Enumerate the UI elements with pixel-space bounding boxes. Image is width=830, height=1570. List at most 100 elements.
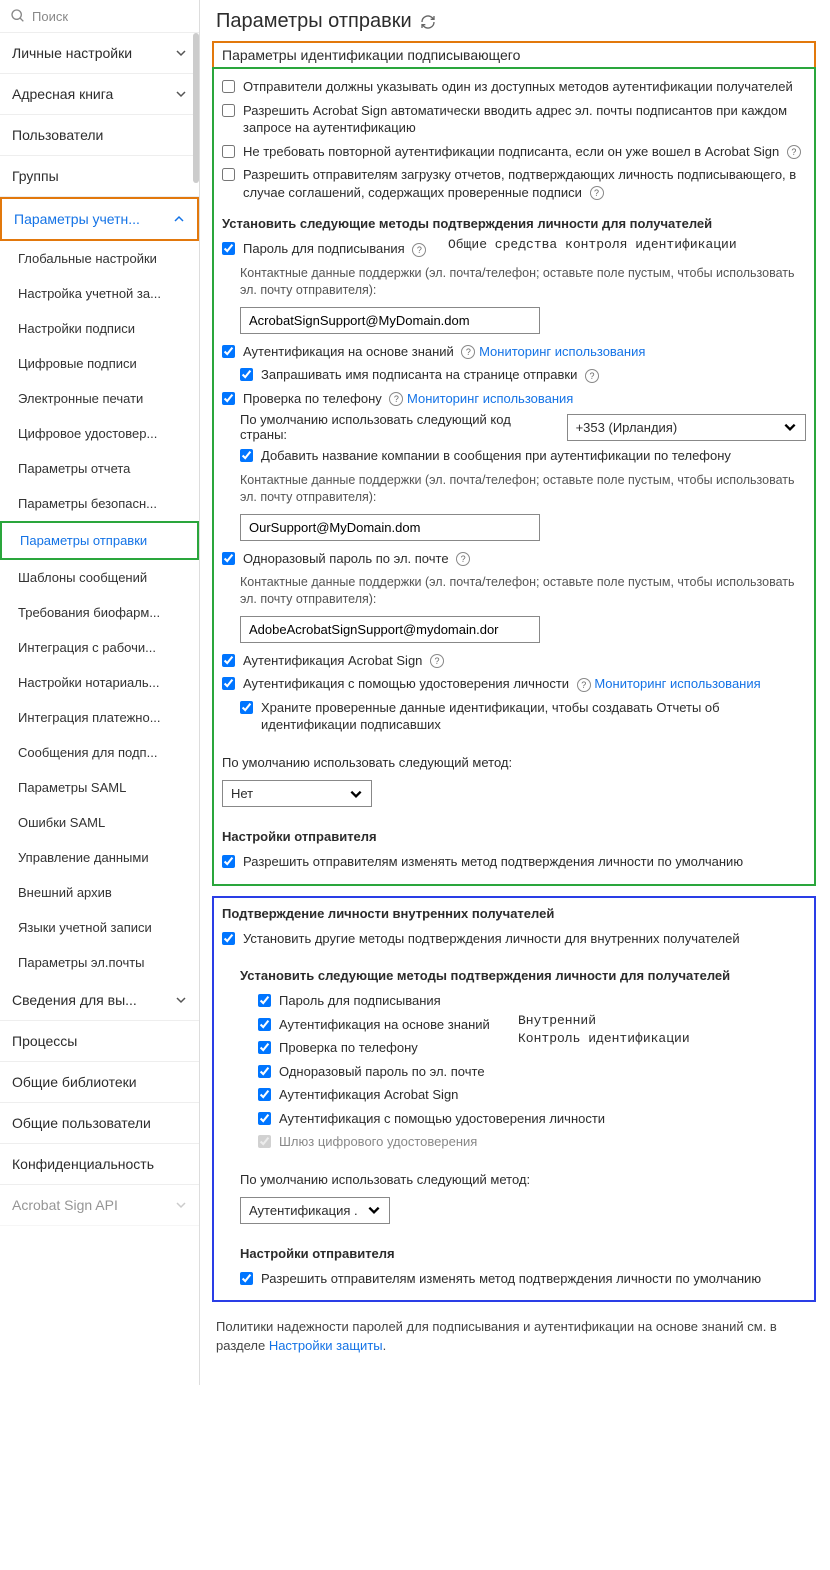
scrollbar[interactable] [193, 33, 199, 183]
chk-auto-email[interactable] [222, 104, 235, 117]
page-title-row: Параметры отправки [216, 10, 816, 33]
chk-label: Отправители должны указывать один из дос… [243, 78, 806, 96]
select-value: Аутентификация . [249, 1203, 358, 1218]
help-icon[interactable]: ? [456, 552, 470, 566]
usage-monitoring-link[interactable]: Мониторинг использования [479, 344, 645, 359]
chk-store-id-data[interactable] [240, 701, 253, 714]
chk-int-gov-id[interactable] [258, 1112, 271, 1125]
nav-label: Шаблоны сообщений [18, 570, 147, 585]
nav-shared-libs[interactable]: Общие библиотеки [0, 1062, 199, 1103]
nav-acrobat-api[interactable]: Acrobat Sign API [0, 1185, 199, 1226]
nav-users[interactable]: Пользователи [0, 115, 199, 156]
chk-int-allow-sender-change[interactable] [240, 1272, 253, 1285]
default-method-select[interactable]: Нет [222, 780, 372, 807]
nav-sub-saml-params[interactable]: Параметры SAML [0, 770, 199, 805]
chk-int-digital-gateway [258, 1135, 271, 1148]
nav-label: Параметры SAML [18, 780, 126, 795]
nav-sub-signer-msgs[interactable]: Сообщения для подп... [0, 735, 199, 770]
chk-int-phone[interactable] [258, 1041, 271, 1054]
nav-sub-payment-int[interactable]: Интеграция платежно... [0, 700, 199, 735]
nav-label: Глобальные настройки [18, 251, 157, 266]
help-icon[interactable]: ? [590, 186, 604, 200]
chk-acrobat-auth[interactable] [222, 654, 235, 667]
support-contact-input-3[interactable] [240, 616, 540, 643]
refresh-icon[interactable] [420, 14, 436, 30]
chk-int-email-otp[interactable] [258, 1065, 271, 1078]
chk-int-sign-password[interactable] [258, 994, 271, 1007]
select-value: Нет [231, 786, 253, 801]
help-icon[interactable]: ? [461, 345, 475, 359]
chk-email-otp[interactable] [222, 552, 235, 565]
chevron-down-icon [175, 994, 187, 1006]
nav-sub-data-mgmt[interactable]: Управление данными [0, 840, 199, 875]
country-code-select[interactable]: +353 (Ирландия) [567, 414, 806, 441]
chk-allow-id-report[interactable] [222, 168, 235, 181]
nav-sub-account-langs[interactable]: Языки учетной записи [0, 910, 199, 945]
nav-sub-notary[interactable]: Настройки нотариаль... [0, 665, 199, 700]
nav-address-book[interactable]: Адресная книга [0, 74, 199, 115]
nav-sub-report-params[interactable]: Параметры отчета [0, 451, 199, 486]
security-settings-link[interactable]: Настройки защиты [269, 1338, 383, 1353]
nav-processes[interactable]: Процессы [0, 1021, 199, 1062]
help-icon[interactable]: ? [585, 369, 599, 383]
int-default-method-select[interactable]: Аутентификация . [240, 1197, 390, 1224]
nav-personal-settings[interactable]: Личные настройки [0, 33, 199, 74]
chk-int-acrobat-auth[interactable] [258, 1088, 271, 1101]
nav-sub-workflow-int[interactable]: Интеграция с рабочи... [0, 630, 199, 665]
search-input-row[interactable]: Поиск [0, 0, 199, 33]
nav-label: Требования биофарм... [18, 605, 160, 620]
nav-sub-signature-settings[interactable]: Настройки подписи [0, 311, 199, 346]
nav-sub-account-setup[interactable]: Настройка учетной за... [0, 276, 199, 311]
chk-allow-sender-change[interactable] [222, 855, 235, 868]
chk-request-signer-name[interactable] [240, 368, 253, 381]
nav-sub-ext-archive[interactable]: Внешний архив [0, 875, 199, 910]
nav-sub-email-params[interactable]: Параметры эл.почты [0, 945, 199, 980]
nav-sub-send-params[interactable]: Параметры отправки [0, 521, 199, 560]
chk-label: Аутентификация Acrobat Sign [279, 1086, 806, 1104]
chk-internal-set-other[interactable] [222, 932, 235, 945]
nav-groups[interactable]: Группы [0, 156, 199, 197]
usage-monitoring-link[interactable]: Мониторинг использования [594, 676, 760, 691]
nav-sub-eseals[interactable]: Электронные печати [0, 381, 199, 416]
chk-label: Не требовать повторной аутентификации по… [243, 143, 806, 161]
chk-phone-verify[interactable] [222, 392, 235, 405]
chk-require-auth-method[interactable] [222, 80, 235, 93]
help-icon[interactable]: ? [389, 392, 403, 406]
help-icon[interactable]: ? [412, 243, 426, 257]
nav-sub-biopharm[interactable]: Требования биофарм... [0, 595, 199, 630]
nav-label: Параметры отправки [20, 533, 147, 548]
chk-int-kba[interactable] [258, 1018, 271, 1031]
general-id-controls-box: Отправители должны указывать один из дос… [212, 67, 816, 886]
chk-sign-password[interactable] [222, 242, 235, 255]
nav-sub-security-params[interactable]: Параметры безопасн... [0, 486, 199, 521]
nav-label: Электронные печати [18, 391, 143, 406]
chk-label: Аутентификация с помощью удостоверения л… [279, 1110, 806, 1128]
chk-no-reauth[interactable] [222, 145, 235, 158]
help-icon[interactable]: ? [787, 145, 801, 159]
chk-gov-id-auth[interactable] [222, 677, 235, 690]
support-contact-input-2[interactable] [240, 514, 540, 541]
nav-label: Общие библиотеки [12, 1074, 137, 1090]
overlay-general-controls: Общие средства контроля идентификации [442, 235, 743, 254]
nav-shared-users[interactable]: Общие пользователи [0, 1103, 199, 1144]
nav-account-params[interactable]: Параметры учетн... [0, 197, 199, 241]
support-contact-note: Контактные данные поддержки (эл. почта/т… [240, 472, 806, 506]
nav-label: Общие пользователи [12, 1115, 151, 1131]
chk-add-company-phone[interactable] [240, 449, 253, 462]
support-contact-input-1[interactable] [240, 307, 540, 334]
nav-sub-global[interactable]: Глобальные настройки [0, 241, 199, 276]
nav-privacy[interactable]: Конфиденциальность [0, 1144, 199, 1185]
nav-insights[interactable]: Сведения для вы... [0, 980, 199, 1021]
nav-sub-saml-errors[interactable]: Ошибки SAML [0, 805, 199, 840]
chk-kba[interactable] [222, 345, 235, 358]
nav-sub-digital-signatures[interactable]: Цифровые подписи [0, 346, 199, 381]
nav-label: Сведения для вы... [12, 992, 137, 1008]
help-icon[interactable]: ? [430, 654, 444, 668]
nav-sub-digital-id[interactable]: Цифровое удостовер... [0, 416, 199, 451]
usage-monitoring-link[interactable]: Мониторинг использования [407, 391, 573, 406]
methods-heading: Установить следующие методы подтверждени… [222, 216, 806, 231]
chk-label: Храните проверенные данные идентификации… [261, 699, 806, 734]
nav-label: Настройки подписи [18, 321, 135, 336]
help-icon[interactable]: ? [577, 678, 591, 692]
nav-sub-msg-templates[interactable]: Шаблоны сообщений [0, 560, 199, 595]
